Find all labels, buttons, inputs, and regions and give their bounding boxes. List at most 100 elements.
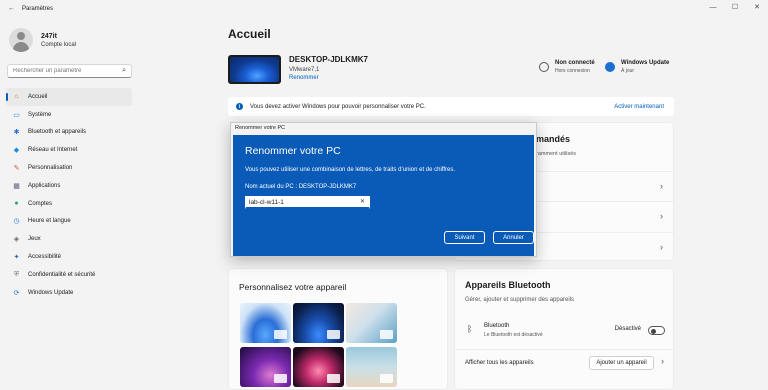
theme-thumbnail[interactable] <box>240 303 291 343</box>
sidebar-item-label: Bluetooth et appareils <box>28 129 87 136</box>
search-box[interactable]: ⌕ <box>7 64 132 78</box>
sidebar-item-label: Comptes <box>28 200 53 207</box>
theme-thumbnail[interactable] <box>346 303 397 343</box>
sidebar-item-label: Personnalisation <box>28 165 73 172</box>
update-icon: ⟳ <box>13 289 20 297</box>
minimize-button[interactable]: — <box>702 0 724 14</box>
sidebar-item[interactable]: ✎ Personnalisation <box>6 159 132 177</box>
all-devices-link[interactable]: Afficher tous les appareils <box>465 360 534 366</box>
theme-thumbnail[interactable] <box>293 303 344 343</box>
device-wallpaper-thumbnail <box>228 55 281 84</box>
network-icon: ◆ <box>13 147 20 155</box>
sidebar-item[interactable]: ✦ Accessibilité <box>6 248 132 266</box>
window-title: Paramètres <box>22 6 54 12</box>
sidebar-item[interactable]: ✱ Bluetooth et appareils <box>6 124 132 142</box>
dialog-description: Vous pouvez utiliser une combinaison de … <box>245 167 456 173</box>
sidebar-item-label: Réseau et Internet <box>28 147 78 154</box>
page-title: Accueil <box>228 27 271 41</box>
recommended-title: mandés <box>536 134 571 144</box>
rename-window-title: Renommer votre PC <box>235 125 286 131</box>
new-pc-name-input[interactable] <box>246 197 354 208</box>
new-pc-name-field[interactable]: ✕ <box>245 196 370 209</box>
bluetooth-icon: ✱ <box>13 129 20 137</box>
maximize-button[interactable]: ☐ <box>724 0 746 14</box>
bluetooth-row-title: Bluetooth <box>484 323 510 329</box>
sidebar-item-label: Accueil <box>28 93 48 100</box>
activate-now-link[interactable]: Activer maintenant <box>614 104 664 110</box>
back-arrow-icon[interactable]: ← <box>8 5 15 12</box>
network-status-title: Non connecté <box>555 60 595 66</box>
nav-list: ⌂ Accueil ▭ Système ✱ Bluetooth et appareils ◆… <box>6 88 132 302</box>
theme-thumbnail[interactable] <box>293 347 344 387</box>
update-status-title: Windows Update <box>621 60 670 66</box>
window-controls: — ☐ ✕ <box>702 0 768 14</box>
personalize-title: Personnalisez votre appareil <box>239 282 347 292</box>
update-status-sub: À jour <box>621 68 635 74</box>
user-name: 247it <box>41 32 57 40</box>
search-input[interactable] <box>8 65 113 77</box>
sidebar-item[interactable]: ⛨ Confidentialité et sécurité <box>6 266 132 284</box>
device-summary: DESKTOP-JDLKMK7 VMware7,1 Renommer <box>228 55 368 84</box>
chevron-right-icon[interactable]: › <box>661 356 664 366</box>
rename-link[interactable]: Renommer <box>289 75 368 81</box>
sidebar-item[interactable]: ● Comptes <box>6 195 132 213</box>
sidebar-item[interactable]: ◈ Jeux <box>6 230 132 248</box>
user-profile[interactable]: 247it Compte local <box>9 28 76 52</box>
bluetooth-row-subtitle: Le Bluetooth est désactivé <box>484 332 543 338</box>
chevron-right-icon: › <box>660 242 663 252</box>
sidebar-item-label: Jeux <box>28 236 41 243</box>
all-devices-row: Afficher tous les appareils Ajouter un a… <box>455 349 675 377</box>
theme-thumbnail[interactable] <box>240 347 291 387</box>
dialog-heading: Renommer votre PC <box>245 145 341 157</box>
sidebar-item[interactable]: ▭ Système <box>6 106 132 124</box>
device-name: DESKTOP-JDLKMK7 <box>289 55 368 64</box>
globe-icon <box>539 62 549 72</box>
sidebar-item[interactable]: ⟳ Windows Update <box>6 284 132 302</box>
bluetooth-state-label: Désactivé <box>614 326 641 332</box>
chevron-right-icon: › <box>660 211 663 221</box>
next-button[interactable]: Suivant <box>444 231 485 244</box>
activation-banner: i Vous devez activer Windows pour pouvoi… <box>228 97 674 116</box>
chevron-right-icon: › <box>660 181 663 191</box>
sidebar-item-label: Heure et langue <box>28 218 71 225</box>
add-device-button[interactable]: Ajouter un appareil <box>589 356 654 370</box>
network-status-sub: Hors connexion <box>555 68 590 74</box>
apps-icon: ▦ <box>13 182 20 190</box>
recommended-subtitle: ramment utilisés <box>536 151 577 157</box>
bluetooth-card: Appareils Bluetooth Gérer, ajouter et su… <box>454 268 675 390</box>
bluetooth-toggle[interactable] <box>648 326 665 335</box>
sidebar-item-label: Système <box>28 111 52 118</box>
sidebar-item[interactable]: ⌂ Accueil <box>6 88 132 106</box>
sidebar: 247it Compte local ⌕ ⌂ Accueil ▭ Système ✱ Bl… <box>0 18 140 390</box>
sidebar-item-label: Accessibilité <box>28 254 62 261</box>
personalize-card: Personnalisez votre appareil <box>228 268 448 390</box>
sidebar-item[interactable]: ◷ Heure et langue <box>6 213 132 231</box>
sidebar-item-label: Windows Update <box>28 289 74 296</box>
clear-icon[interactable]: ✕ <box>360 198 365 205</box>
account-type: Compte local <box>41 41 77 48</box>
close-button[interactable]: ✕ <box>746 0 768 14</box>
sidebar-item-label: Applications <box>28 182 61 189</box>
avatar <box>9 28 33 52</box>
sidebar-item[interactable]: ◆ Réseau et Internet <box>6 141 132 159</box>
bluetooth-card-title: Appareils Bluetooth <box>465 280 551 290</box>
sidebar-item[interactable]: ▦ Applications <box>6 177 132 195</box>
cancel-button[interactable]: Annuler <box>493 231 534 244</box>
title-bar: ← Paramètres — ☐ ✕ <box>0 0 768 18</box>
sidebar-item-label: Confidentialité et sécurité <box>28 271 96 278</box>
rename-pc-window: Renommer votre PC Renommer votre PC Vous… <box>230 122 537 257</box>
accounts-icon: ● <box>14 200 19 208</box>
info-icon: i <box>236 103 243 110</box>
bluetooth-toggle-row[interactable]: ᛒ Bluetooth Le Bluetooth est désactivé D… <box>455 317 675 345</box>
update-status[interactable]: Windows Update À jour <box>605 60 669 74</box>
shield-icon: ⛨ <box>13 270 20 278</box>
theme-thumbnail[interactable] <box>346 347 397 387</box>
update-icon <box>605 62 615 72</box>
globe-time-icon: ◷ <box>13 218 20 226</box>
rename-pc-dialog: Renommer votre PC Vous pouvez utiliser u… <box>233 135 534 256</box>
activation-message: Vous devez activer Windows pour pouvoir … <box>250 103 426 110</box>
accessibility-icon: ✦ <box>13 254 20 262</box>
network-status[interactable]: Non connecté Hors connexion <box>539 60 595 74</box>
home-icon: ⌂ <box>14 93 19 101</box>
search-icon[interactable]: ⌕ <box>122 67 126 75</box>
